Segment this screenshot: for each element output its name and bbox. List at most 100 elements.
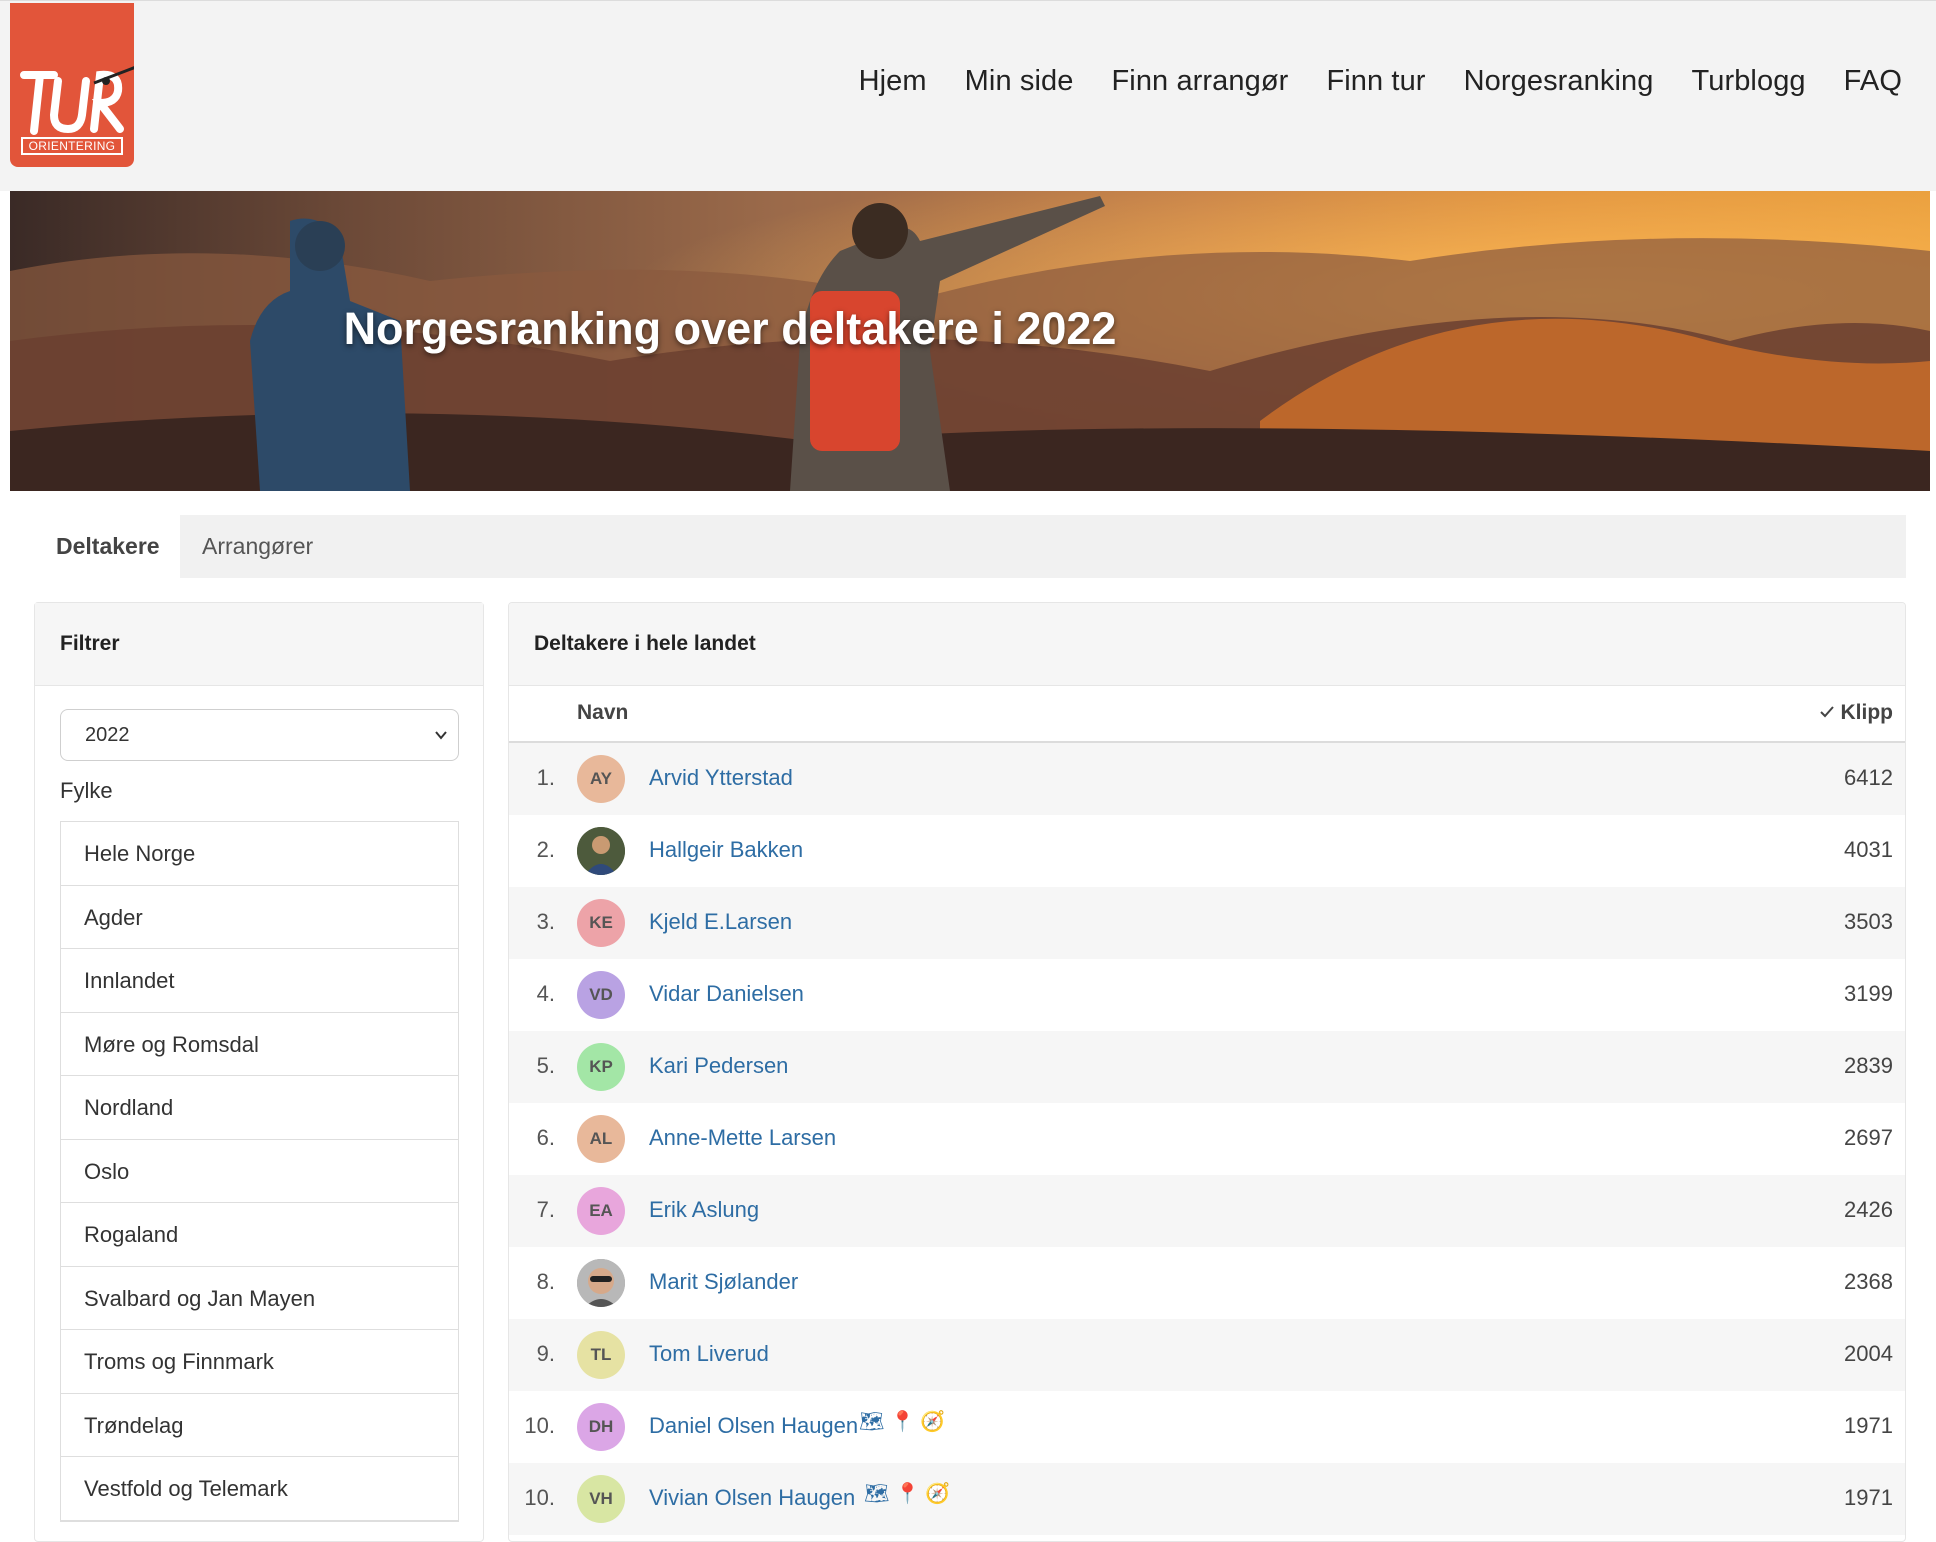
avatar: AY: [577, 755, 625, 803]
rank-number: 8.: [536, 1269, 555, 1294]
participant-link[interactable]: Kari Pedersen: [649, 1053, 788, 1079]
avatar: AL: [577, 1115, 625, 1163]
ranking-panel: Deltakere i hele landet Navn Klipp 1. AY…: [508, 602, 1906, 1542]
year-select[interactable]: 2022: [60, 709, 459, 761]
table-row: 8. Marit Sjølander 2368: [509, 1247, 1905, 1319]
region-item[interactable]: Hele Norge: [61, 822, 458, 886]
region-item[interactable]: Innlandet: [61, 949, 458, 1013]
region-item[interactable]: Trøndelag: [61, 1394, 458, 1457]
filter-title: Filtrer: [35, 603, 483, 686]
compass-badge-icon: 🧭: [925, 1483, 951, 1505]
table-row: 2. Hallgeir Bakken 4031: [509, 815, 1905, 887]
region-item[interactable]: Troms og Finnmark: [61, 1330, 458, 1394]
chevron-down-icon: [435, 731, 447, 740]
region-item[interactable]: Nordland: [61, 1076, 458, 1140]
avatar: TL: [577, 1331, 625, 1379]
table-row: 6. AL Anne-Mette Larsen 2697: [509, 1103, 1905, 1175]
table-row: 7. EA Erik Aslung 2426: [509, 1175, 1905, 1247]
participant-link[interactable]: Kjeld E.Larsen: [649, 909, 792, 935]
participant-link[interactable]: Daniel Olsen Haugen: [649, 1413, 858, 1439]
filter-panel: Filtrer 2022 Fylke Hele Norge Agder Innl…: [34, 602, 484, 1542]
avatar-photo: [577, 827, 625, 875]
participant-link[interactable]: Arvid Ytterstad: [649, 765, 793, 791]
avatar: KP: [577, 1043, 625, 1091]
participant-link[interactable]: Tom Liverud: [649, 1341, 769, 1367]
points-value: 2004: [1844, 1341, 1893, 1366]
points-value: 6412: [1844, 765, 1893, 790]
region-item[interactable]: Oslo: [61, 1140, 458, 1203]
points-value: 4031: [1844, 837, 1893, 862]
map-badge-icon: 🗺: [859, 1411, 885, 1433]
page-title: Norgesranking over deltakere i 2022: [343, 303, 1117, 354]
rank-number: 7.: [536, 1197, 555, 1222]
points-value: 3503: [1844, 909, 1893, 934]
table-row: 1. AY Arvid Ytterstad 6412: [509, 743, 1905, 815]
hero-banner: Norgesranking over deltakere i 2022: [10, 191, 1930, 491]
avatar: KE: [577, 899, 625, 947]
table-header: Navn Klipp: [509, 685, 1905, 743]
points-value: 2368: [1844, 1269, 1893, 1294]
main-nav: Hjem Min side Finn arrangør Finn tur Nor…: [859, 65, 1902, 98]
table-row: 10. DH Daniel Olsen Haugen 🗺 📍 🧭 1971: [509, 1391, 1905, 1463]
nav-min-side[interactable]: Min side: [965, 65, 1074, 98]
participant-link[interactable]: Marit Sjølander: [649, 1269, 798, 1295]
points-value: 2839: [1844, 1053, 1893, 1078]
rank-number: 3.: [536, 909, 555, 934]
ranking-tabs: Deltakere Arrangører: [34, 515, 1906, 578]
rank-number: 9.: [536, 1341, 555, 1366]
map-badge-icon: 🗺: [864, 1483, 890, 1505]
region-list: Hele Norge Agder Innlandet Møre og Romsd…: [60, 821, 459, 1522]
badge-group: 🗺 📍 🧭: [859, 1409, 945, 1434]
region-item[interactable]: Agder: [61, 886, 458, 949]
profile-photo-icon: [577, 827, 625, 875]
col-header-name[interactable]: Navn: [577, 701, 628, 725]
participant-link[interactable]: Anne-Mette Larsen: [649, 1125, 836, 1151]
ranking-rows: 1. AY Arvid Ytterstad 6412 2. Hallgeir B…: [509, 743, 1905, 1535]
participant-link[interactable]: Erik Aslung: [649, 1197, 759, 1223]
nav-finn-arrangor[interactable]: Finn arrangør: [1111, 65, 1288, 98]
col-header-klipp-label: Klipp: [1840, 701, 1894, 724]
tab-deltakere[interactable]: Deltakere: [34, 515, 180, 578]
region-item[interactable]: Rogaland: [61, 1203, 458, 1267]
profile-photo-icon: [577, 1259, 625, 1307]
region-item[interactable]: Møre og Romsdal: [61, 1013, 458, 1076]
fylke-label: Fylke: [60, 778, 113, 803]
rank-number: 2.: [536, 837, 555, 862]
table-row: 9. TL Tom Liverud 2004: [509, 1319, 1905, 1391]
ranking-title: Deltakere i hele landet: [509, 603, 1905, 686]
rank-number: 10.: [524, 1413, 555, 1438]
participant-link[interactable]: Vidar Danielsen: [649, 981, 804, 1007]
points-value: 1971: [1844, 1413, 1893, 1438]
logo-mark-icon: [20, 66, 134, 135]
region-item[interactable]: Vestfold og Telemark: [61, 1457, 458, 1521]
site-logo[interactable]: ORIENTERING: [10, 3, 134, 167]
table-row: 3. KE Kjeld E.Larsen 3503: [509, 887, 1905, 959]
points-value: 1971: [1844, 1485, 1893, 1510]
points-value: 3199: [1844, 981, 1893, 1006]
nav-turblogg[interactable]: Turblogg: [1691, 65, 1805, 98]
logo-subtext: ORIENTERING: [21, 137, 123, 155]
compass-badge-icon: 🧭: [920, 1411, 946, 1433]
table-row: 5. KP Kari Pedersen 2839: [509, 1031, 1905, 1103]
nav-norgesranking[interactable]: Norgesranking: [1464, 65, 1654, 98]
check-icon: [1819, 706, 1834, 718]
points-value: 2697: [1844, 1125, 1893, 1150]
tab-arrangorer[interactable]: Arrangører: [180, 515, 335, 578]
col-header-klipp[interactable]: Klipp: [1819, 701, 1894, 725]
year-select-value: 2022: [85, 724, 130, 746]
nav-hjem[interactable]: Hjem: [859, 65, 927, 98]
pin-badge-icon: 📍: [894, 1483, 920, 1505]
rank-number: 1.: [536, 765, 555, 790]
pin-badge-icon: 📍: [889, 1411, 915, 1433]
region-item[interactable]: Svalbard og Jan Mayen: [61, 1267, 458, 1330]
rank-number: 5.: [536, 1053, 555, 1078]
participant-link[interactable]: Hallgeir Bakken: [649, 837, 803, 863]
table-row: 4. VD Vidar Danielsen 3199: [509, 959, 1905, 1031]
avatar: EA: [577, 1187, 625, 1235]
nav-faq[interactable]: FAQ: [1844, 65, 1902, 98]
participant-link[interactable]: Vivian Olsen Haugen: [649, 1485, 855, 1511]
avatar: DH: [577, 1403, 625, 1451]
avatar-photo: [577, 1259, 625, 1307]
rank-number: 6.: [536, 1125, 555, 1150]
nav-finn-tur[interactable]: Finn tur: [1326, 65, 1425, 98]
